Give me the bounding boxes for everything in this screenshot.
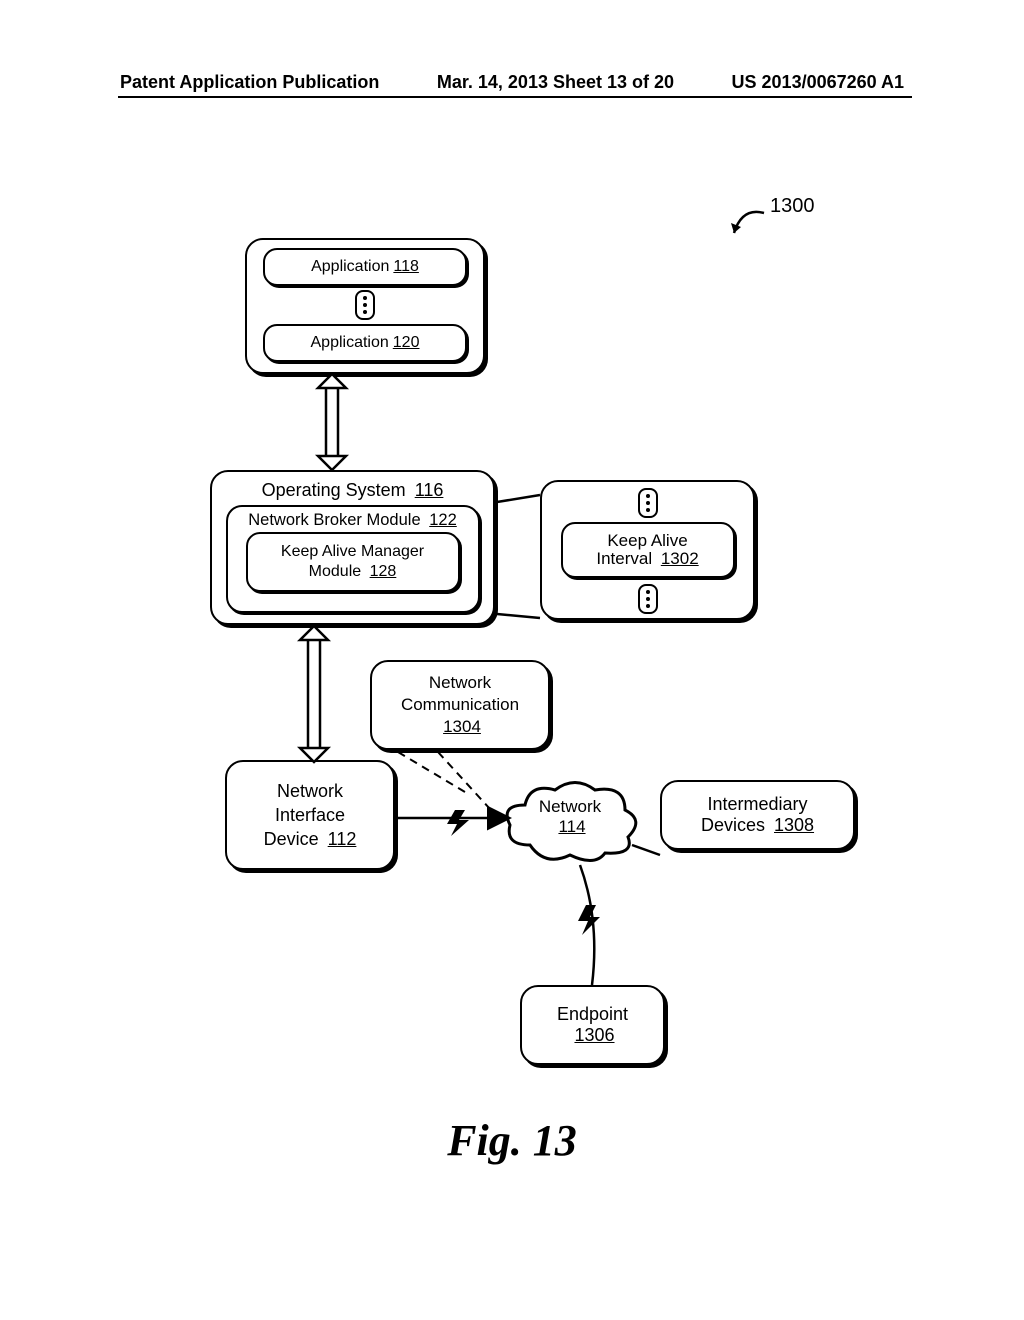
page-header-row: Patent Application Publication Mar. 14, … bbox=[0, 72, 1024, 93]
nid-line1: Network bbox=[277, 779, 343, 803]
network-interface-device-box: Network Interface Device 112 bbox=[225, 760, 395, 870]
nbm-label: Network Broker Module bbox=[248, 511, 420, 529]
kai-ref: 1302 bbox=[661, 549, 699, 568]
applications-container: Application 118 Application 120 bbox=[245, 238, 485, 374]
cloud-label: Network 114 bbox=[500, 797, 640, 837]
keep-alive-interval-box: Keep Alive Interval 1302 bbox=[561, 522, 735, 578]
os-title-label: Operating System bbox=[262, 480, 406, 500]
nid-line2: Interface bbox=[275, 803, 345, 827]
endpoint-line1: Endpoint bbox=[557, 1004, 628, 1025]
lightning-icon bbox=[447, 810, 469, 836]
kai-line2: Interval bbox=[596, 549, 652, 568]
nid-line3: Device bbox=[264, 829, 319, 849]
application-box-2: Application 120 bbox=[263, 324, 467, 362]
nbm-row: Network Broker Module 122 bbox=[248, 511, 457, 530]
nbm-ref: 122 bbox=[429, 511, 457, 529]
curved-connector bbox=[580, 865, 594, 985]
nid-row3: Device 112 bbox=[264, 827, 357, 851]
netcomm-line1: Network bbox=[429, 672, 491, 694]
vertical-ellipsis-icon bbox=[638, 584, 658, 614]
header-right: US 2013/0067260 A1 bbox=[732, 72, 904, 93]
application-box-1: Application 118 bbox=[263, 248, 467, 286]
nid-ref: 112 bbox=[328, 829, 357, 849]
kam-row2: Module 128 bbox=[309, 562, 397, 582]
kai-line1: Keep Alive bbox=[607, 531, 687, 551]
application-1-ref: 118 bbox=[393, 258, 419, 276]
kam-line1: Keep Alive Manager bbox=[281, 542, 424, 562]
leader-line bbox=[497, 495, 540, 502]
lightning-icon bbox=[578, 905, 600, 935]
os-title-ref: 116 bbox=[415, 480, 444, 500]
keep-alive-interval-container: Keep Alive Interval 1302 bbox=[540, 480, 755, 620]
double-arrow-icon bbox=[318, 374, 346, 470]
vertical-ellipsis-icon bbox=[638, 488, 658, 518]
kam-ref: 128 bbox=[370, 563, 397, 580]
dashed-connector bbox=[398, 752, 470, 795]
application-2-ref: 120 bbox=[393, 334, 420, 352]
kam-line2: Module bbox=[309, 563, 361, 580]
application-1-label: Application bbox=[311, 258, 389, 276]
header-left: Patent Application Publication bbox=[120, 72, 379, 93]
double-arrow-icon bbox=[300, 626, 328, 762]
operating-system-container: Operating System 116 Network Broker Modu… bbox=[210, 470, 495, 625]
leader-arrow-icon bbox=[722, 185, 782, 245]
leader-line bbox=[497, 614, 540, 618]
cloud-line1: Network bbox=[500, 797, 640, 817]
header-rule bbox=[118, 96, 912, 98]
endpoint-ref: 1306 bbox=[574, 1025, 614, 1046]
figure-caption: Fig. 13 bbox=[0, 1115, 1024, 1166]
network-cloud: Network 114 bbox=[500, 775, 640, 865]
intdev-ref: 1308 bbox=[774, 815, 814, 835]
vertical-ellipsis-icon bbox=[355, 290, 375, 320]
keep-alive-manager-box: Keep Alive Manager Module 128 bbox=[246, 532, 460, 592]
header-center: Mar. 14, 2013 Sheet 13 of 20 bbox=[437, 72, 674, 93]
page: Patent Application Publication Mar. 14, … bbox=[0, 0, 1024, 1320]
intdev-line2: Devices bbox=[701, 815, 765, 835]
netcomm-line2: Communication bbox=[401, 694, 519, 716]
dashed-connector bbox=[438, 752, 500, 820]
os-title: Operating System 116 bbox=[262, 480, 444, 501]
figure-number-callout: 1300 bbox=[770, 195, 815, 218]
intdev-line1: Intermediary bbox=[707, 794, 807, 815]
network-broker-module-box: Network Broker Module 122 Keep Alive Man… bbox=[226, 505, 480, 613]
endpoint-box: Endpoint 1306 bbox=[520, 985, 665, 1065]
cloud-ref: 114 bbox=[558, 817, 585, 837]
netcomm-ref: 1304 bbox=[443, 716, 481, 738]
intermediary-devices-box: Intermediary Devices 1308 bbox=[660, 780, 855, 850]
network-communication-box: Network Communication 1304 bbox=[370, 660, 550, 750]
application-2-label: Application bbox=[311, 334, 389, 352]
kai-row2: Interval 1302 bbox=[596, 549, 698, 569]
intdev-row2: Devices 1308 bbox=[701, 815, 814, 836]
